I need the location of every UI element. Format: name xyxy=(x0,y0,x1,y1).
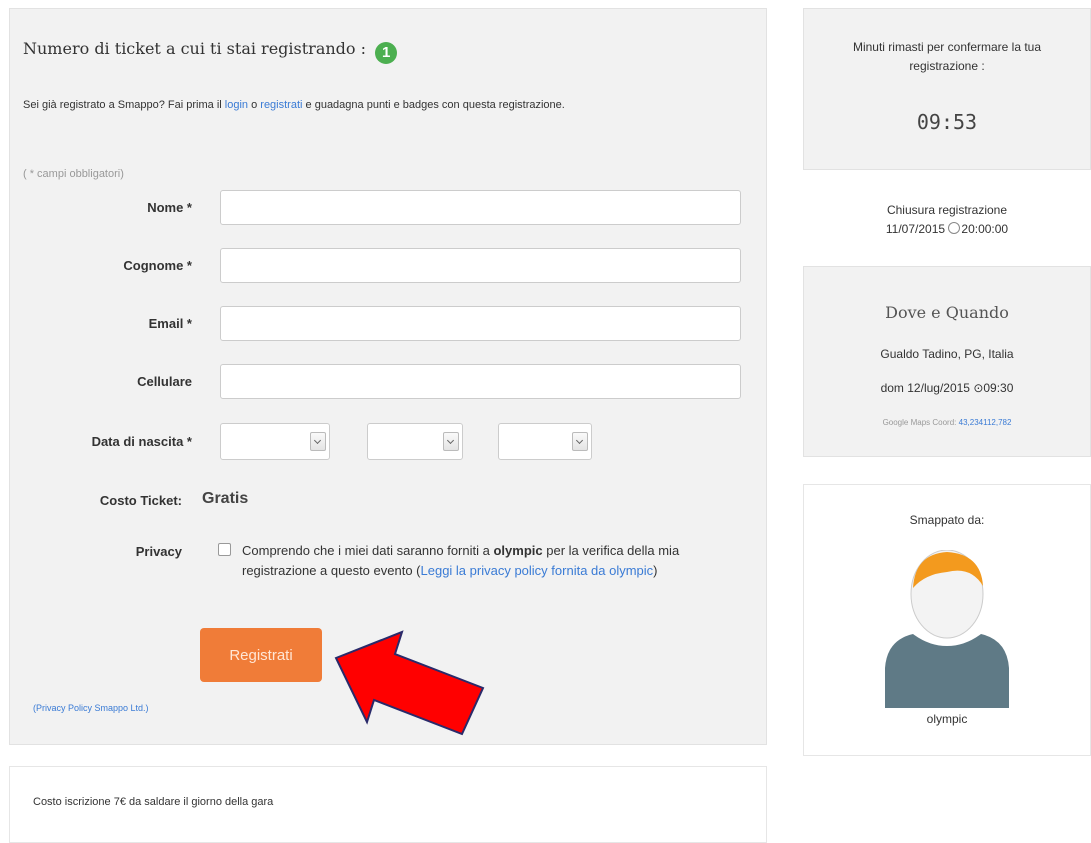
closing-datetime: 11/07/2015 20:00:00 xyxy=(803,222,1091,236)
where-when-panel xyxy=(803,266,1091,457)
ticket-count-heading: Numero di ticket a cui ti stai registran… xyxy=(23,39,398,64)
chevron-down-icon xyxy=(310,432,326,451)
privacy-policy-link[interactable]: Leggi la privacy policy fornita da olymp… xyxy=(421,563,654,578)
closing-label: Chiusura registrazione xyxy=(886,203,1008,217)
nome-label: Nome * xyxy=(147,200,192,215)
organizer-link[interactable]: olympic xyxy=(803,712,1091,726)
cellulare-input[interactable] xyxy=(220,364,741,399)
clock-icon xyxy=(948,222,961,234)
register-button[interactable]: Registrati xyxy=(200,628,322,682)
timer-label: Minuti rimasti per confermare la tua reg… xyxy=(852,40,1042,73)
cost-value: Gratis xyxy=(202,490,249,507)
where-when-title: Dove e Quando xyxy=(885,303,1009,322)
required-fields-note: ( * campi obbligatori) xyxy=(23,168,124,180)
map-coords-link[interactable]: 43,234112,782 xyxy=(959,418,1012,427)
birth-year-select[interactable] xyxy=(498,423,592,460)
event-place: Gualdo Tadino, PG, Italia xyxy=(880,347,1014,361)
birth-month-select[interactable] xyxy=(367,423,463,460)
nome-input[interactable] xyxy=(220,190,741,225)
ticket-count-badge: 1 xyxy=(375,42,398,64)
email-label: Email * xyxy=(148,316,192,331)
intro-or: o xyxy=(251,99,258,111)
register-link[interactable]: registrati xyxy=(260,99,302,111)
intro-prefix: Sei già registrato a Smappo? Fai prima i… xyxy=(23,99,222,111)
cost-label: Costo Ticket: xyxy=(99,493,182,508)
event-note-text: Costo iscrizione 7€ da saldare il giorno… xyxy=(33,796,274,808)
organizer-label: Smappato da: xyxy=(909,513,985,527)
event-datetime: dom 12/lug/2015 ⊙09:30 xyxy=(880,381,1014,395)
annotation-arrow xyxy=(334,630,485,736)
smappo-privacy-policy-link[interactable]: (Privacy Policy Smappo Ltd.) xyxy=(33,703,149,713)
chevron-down-icon xyxy=(443,432,459,451)
login-link[interactable]: login xyxy=(225,99,248,111)
birth-day-select[interactable] xyxy=(220,423,330,460)
map-coords-label: Google Maps Coord: xyxy=(882,418,957,427)
cognome-label: Cognome * xyxy=(123,258,192,273)
privacy-consent-text: Comprendo che i miei dati saranno fornit… xyxy=(242,541,742,581)
privacy-checkbox[interactable] xyxy=(218,543,231,556)
privacy-text-prefix: Comprendo che i miei dati saranno fornit… xyxy=(242,543,490,558)
birthdate-label: Data di nascita * xyxy=(91,434,192,449)
email-input[interactable] xyxy=(220,306,741,341)
timer-countdown: 09:53 xyxy=(916,110,978,134)
avatar xyxy=(885,550,1009,708)
timer-panel xyxy=(803,8,1091,170)
cognome-input[interactable] xyxy=(220,248,741,283)
intro-suffix: e guadagna punti e badges con questa reg… xyxy=(305,99,565,111)
privacy-org-name: olympic xyxy=(493,543,543,558)
closing-time: 20:00:00 xyxy=(961,222,1009,236)
map-coords: Google Maps Coord: 43,234112,782 xyxy=(803,418,1091,427)
closing-date: 11/07/2015 xyxy=(885,222,946,236)
privacy-label: Privacy xyxy=(135,544,182,559)
chevron-down-icon xyxy=(572,432,588,451)
ticket-title-text: Numero di ticket a cui ti stai registran… xyxy=(23,39,367,58)
login-intro-text: Sei già registrato a Smappo? Fai prima i… xyxy=(23,97,703,114)
privacy-text-suffix: ) xyxy=(653,563,658,578)
cellulare-label: Cellulare xyxy=(137,374,192,389)
